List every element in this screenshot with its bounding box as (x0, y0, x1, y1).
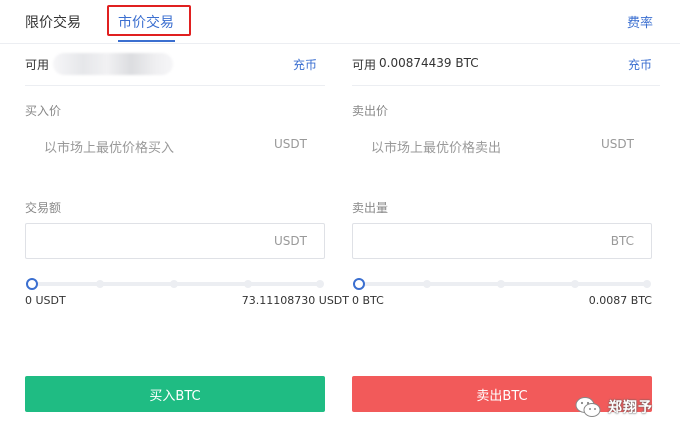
buy-btc-button[interactable]: 买入BTC (25, 376, 325, 412)
slider-step-dot[interactable] (244, 280, 252, 288)
sell-available-row: 可用 0.00874439 BTC 充币 (352, 44, 660, 86)
sell-price-unit: USDT (601, 137, 634, 151)
buy-available-value-blurred (53, 53, 173, 75)
slider-step-dot[interactable] (423, 280, 431, 288)
buy-available-label: 可用 (25, 58, 50, 72)
sell-amount-label: 卖出量 (352, 201, 389, 215)
sell-market-price-note: 以市场上最优价格卖出 (371, 141, 502, 156)
buy-amount-input[interactable] (26, 224, 266, 258)
sell-amount-unit: BTC (610, 234, 634, 248)
slider-handle[interactable] (353, 278, 365, 290)
tab-highlight-box (107, 5, 191, 36)
sell-amount-input[interactable] (353, 224, 593, 258)
buy-market-price-note: 以市场上最优价格买入 (44, 141, 175, 156)
buy-available-row: 可用 充币 (25, 44, 325, 86)
slider-step-dot[interactable] (316, 280, 324, 288)
sell-amount-field: BTC (352, 223, 652, 259)
slider-step-dot[interactable] (571, 280, 579, 288)
buy-amount-label: 交易额 (25, 201, 62, 215)
slider-handle[interactable] (26, 278, 38, 290)
active-tab-indicator (118, 40, 175, 42)
slider-step-dot[interactable] (497, 280, 505, 288)
buy-price-label: 买入价 (25, 104, 62, 118)
buy-deposit-link[interactable]: 充币 (293, 56, 317, 73)
buy-amount-slider[interactable] (25, 277, 325, 291)
buy-amount-unit: USDT (274, 234, 307, 248)
sell-amount-slider[interactable] (352, 277, 652, 291)
buy-amount-field: USDT (25, 223, 325, 259)
fee-rate-link[interactable]: 费率 (627, 12, 653, 31)
watermark: 郑翔予 (572, 392, 672, 422)
watermark-text: 郑翔予 (608, 400, 653, 416)
order-type-tabs: 限价交易 市价交易 费率 (0, 0, 680, 44)
sell-market-price-field: 以市场上最优价格卖出 USDT (352, 124, 652, 166)
slider-step-dot[interactable] (643, 280, 651, 288)
buy-price-unit: USDT (274, 137, 307, 151)
sell-price-label: 卖出价 (352, 104, 389, 118)
sell-slider-min: 0 BTC (352, 294, 384, 307)
sell-available-label: 可用 (352, 58, 377, 72)
slider-step-dot[interactable] (96, 280, 104, 288)
buy-slider-min: 0 USDT (25, 294, 66, 307)
sell-slider-max: 0.0087 BTC (588, 294, 652, 307)
slider-step-dot[interactable] (170, 280, 178, 288)
buy-panel: 可用 充币 买入价 以市场上最优价格买入 USDT 交易额 USDT 0 USD… (25, 44, 352, 435)
sell-deposit-link[interactable]: 充币 (628, 56, 652, 73)
sell-panel: 可用 0.00874439 BTC 充币 卖出价 以市场上最优价格卖出 USDT… (352, 44, 679, 435)
buy-slider-max: 73.11108730 USDT (241, 294, 349, 307)
buy-market-price-field: 以市场上最优价格买入 USDT (25, 124, 325, 166)
wechat-logo-icon (575, 397, 601, 417)
sell-available-value: 0.00874439 BTC (379, 56, 479, 70)
tab-limit-order[interactable]: 限价交易 (25, 12, 81, 32)
